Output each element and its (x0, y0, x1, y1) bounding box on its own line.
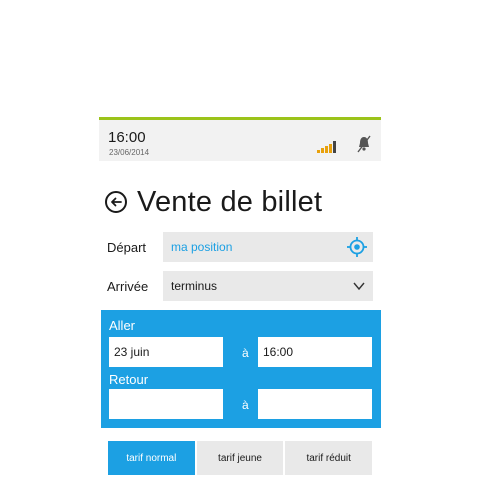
status-date: 23/06/2014 (109, 148, 150, 157)
retour-label: Retour (109, 372, 149, 387)
status-bar: 16:00 23/06/2014 (99, 117, 381, 161)
depart-row: Départ ma position (107, 232, 373, 262)
retour-date-field[interactable] (109, 389, 223, 419)
phone-screen: 16:00 23/06/2014 Vente de billet Départ … (99, 117, 381, 480)
signal-bars-icon (317, 139, 337, 153)
status-time: 16:00 (108, 129, 146, 146)
depart-label: Départ (107, 239, 147, 255)
aller-time-field[interactable]: 16:00 (258, 337, 372, 367)
arrivee-select[interactable]: terminus (163, 271, 373, 301)
tab-tarif-jeune[interactable]: tarif jeune (196, 441, 284, 475)
aller-separator: à (242, 346, 249, 360)
depart-value: ma position (171, 240, 233, 254)
fare-tabs: tarif normal tarif jeune tarif réduit (108, 441, 373, 475)
retour-separator: à (242, 398, 249, 412)
page-header: Vente de billet (105, 182, 322, 222)
mute-bell-icon[interactable] (357, 135, 371, 153)
chevron-down-icon (353, 282, 365, 291)
retour-time-field[interactable] (258, 389, 372, 419)
gps-target-icon[interactable] (346, 236, 368, 258)
arrivee-value: terminus (171, 279, 218, 293)
arrivee-row: Arrivée terminus (107, 271, 373, 301)
trip-panel: Aller 23 juin à 16:00 Retour à (101, 310, 381, 428)
arrivee-label: Arrivée (107, 278, 149, 294)
page-title: Vente de billet (137, 185, 323, 218)
aller-label: Aller (109, 318, 136, 333)
depart-field[interactable]: ma position (163, 232, 373, 262)
aller-date-field[interactable]: 23 juin (109, 337, 223, 367)
back-arrow-icon (111, 197, 122, 207)
tab-tarif-reduit[interactable]: tarif réduit (285, 441, 373, 475)
tab-tarif-normal[interactable]: tarif normal (108, 441, 195, 475)
back-button[interactable] (105, 191, 127, 213)
